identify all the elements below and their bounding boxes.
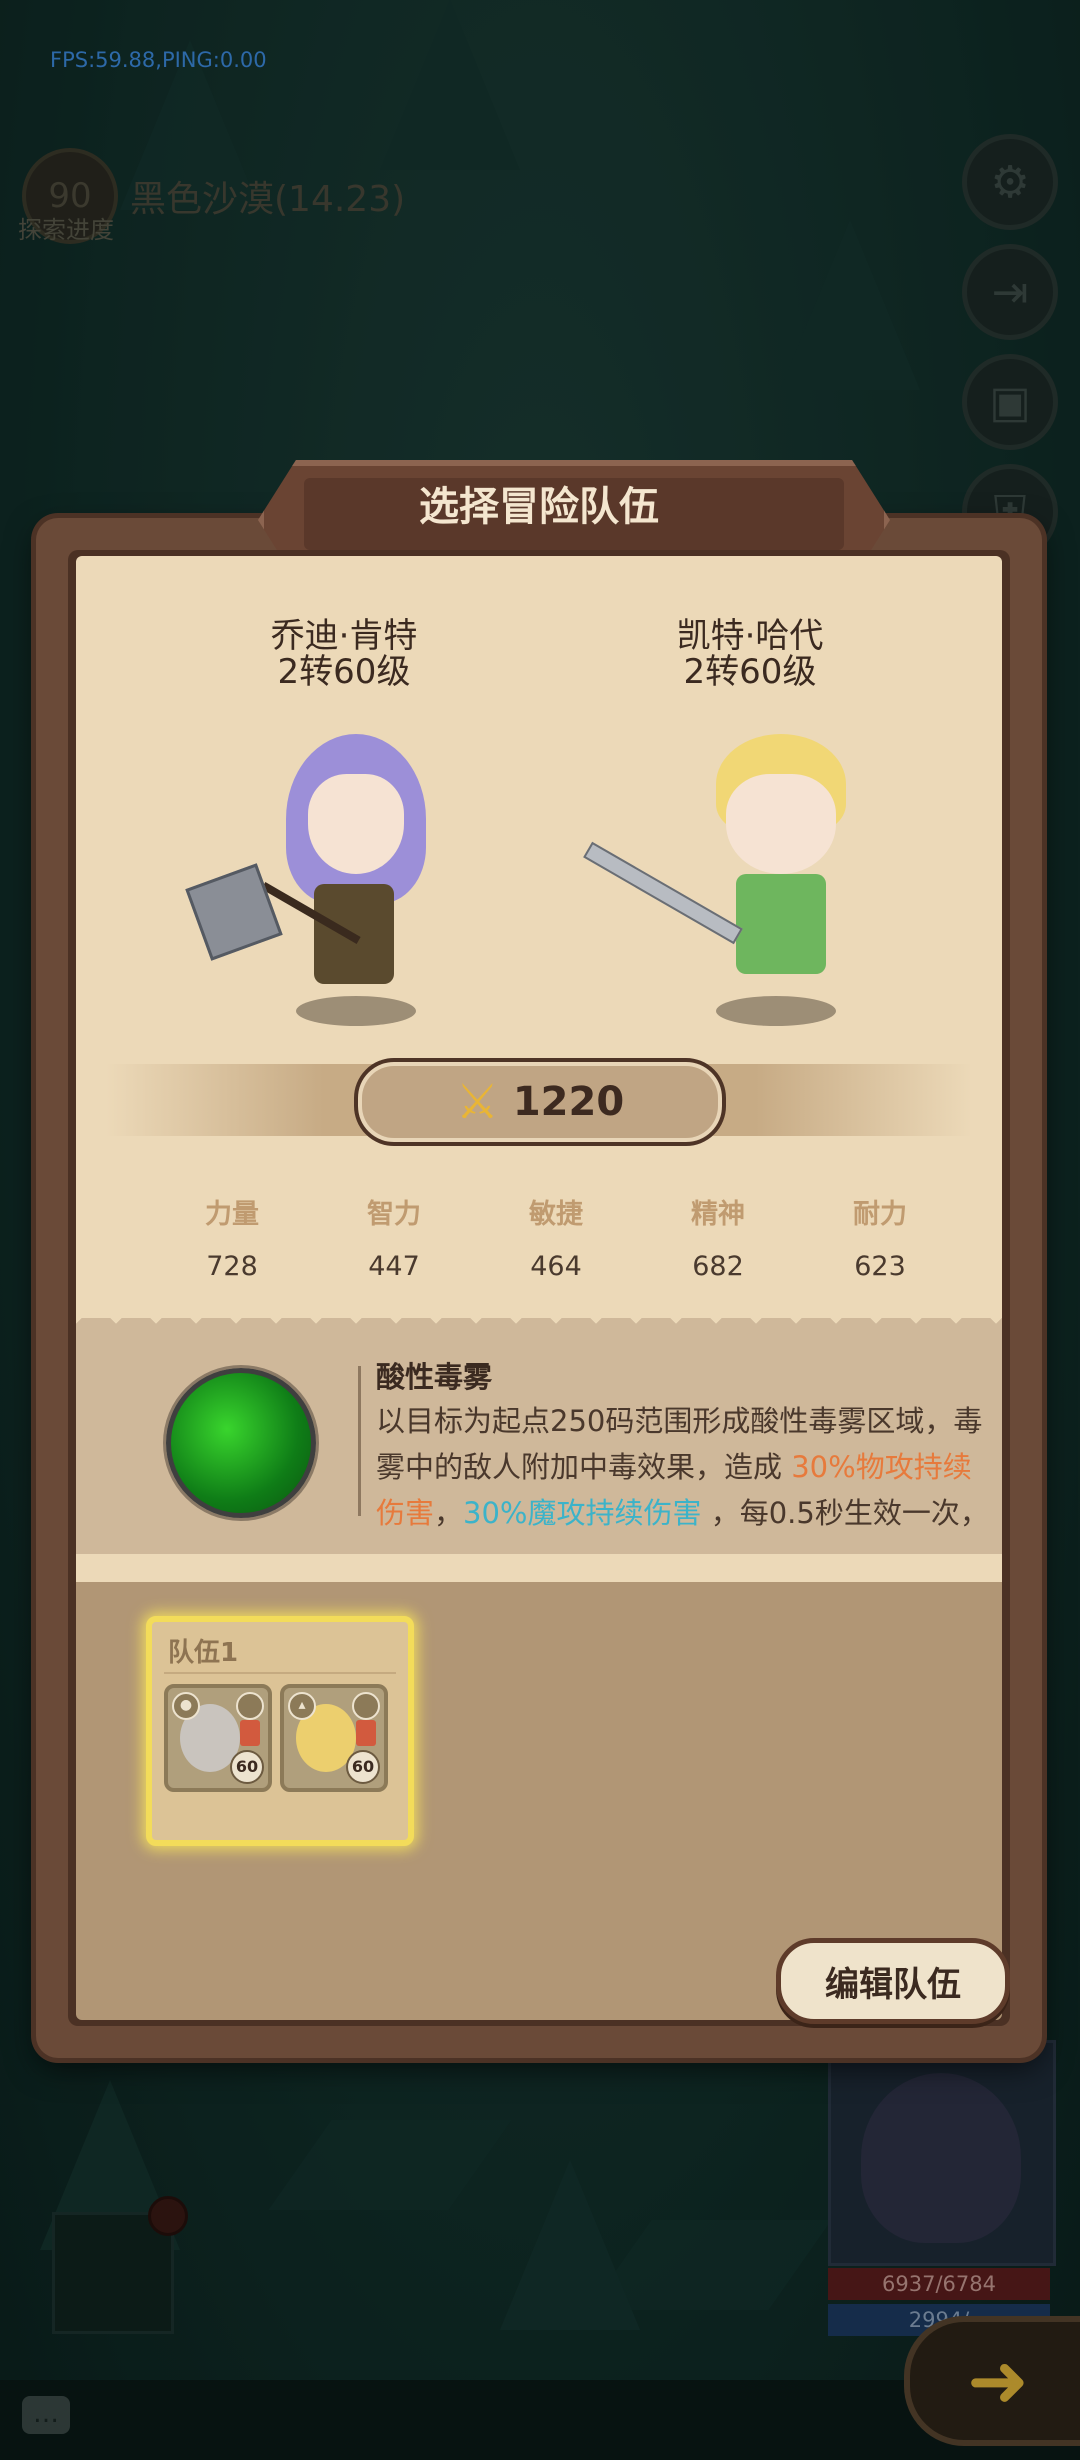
character-2-info: 凯特·哈代 2转60级 bbox=[600, 618, 900, 690]
select-team-dialog: 选择冒险队伍 乔迪·肯特 2转60级 凯特·哈代 2转60级 ⚔ 1220 力量… bbox=[36, 460, 1042, 2058]
hammer-icon bbox=[185, 863, 283, 961]
character-panel: 乔迪·肯特 2转60级 凯特·哈代 2转60级 ⚔ 1220 力量 728 智力… bbox=[76, 556, 1002, 1582]
character-1-name: 乔迪·肯特 bbox=[270, 616, 418, 656]
team-1-label: 队伍1 bbox=[168, 1638, 239, 1668]
class-icon bbox=[352, 1692, 380, 1720]
stat-strength: 力量 728 bbox=[205, 1199, 259, 1282]
character-2-name: 凯特·哈代 bbox=[676, 616, 824, 656]
boot-icon: ▴ bbox=[288, 1692, 316, 1720]
team-1-card[interactable]: 队伍1 ● 60 ▴ 60 bbox=[146, 1616, 414, 1846]
team-member-2: ▴ 60 bbox=[280, 1684, 388, 1792]
combat-power: ⚔ 1220 bbox=[354, 1058, 726, 1146]
rank-icon bbox=[356, 1720, 376, 1746]
stat-spirit: 精神 682 bbox=[691, 1199, 745, 1282]
member-level-badge: 60 bbox=[230, 1750, 264, 1784]
character-2-level: 2转60级 bbox=[683, 652, 817, 692]
character-1-info: 乔迪·肯特 2转60级 bbox=[194, 618, 494, 690]
combat-power-value: 1220 bbox=[512, 1079, 625, 1125]
stat-stamina: 耐力 623 bbox=[853, 1199, 907, 1282]
dialog-body: 乔迪·肯特 2转60级 凯特·哈代 2转60级 ⚔ 1220 力量 728 智力… bbox=[68, 550, 1010, 2026]
water-icon: ● bbox=[172, 1692, 200, 1720]
character-1-level: 2转60级 bbox=[277, 652, 411, 692]
team-member-1: ● 60 bbox=[164, 1684, 272, 1792]
crossed-swords-icon: ⚔ bbox=[455, 1074, 499, 1130]
character-1-figure[interactable] bbox=[185, 734, 456, 1026]
stat-agility: 敏捷 464 bbox=[529, 1199, 583, 1282]
dialog-title: 选择冒险队伍 bbox=[419, 484, 659, 530]
character-2-figure[interactable] bbox=[583, 734, 876, 1026]
stat-intelligence: 智力 447 bbox=[367, 1199, 421, 1282]
acid-mist-skill-icon[interactable] bbox=[166, 1368, 316, 1518]
rank-icon bbox=[240, 1720, 260, 1746]
sword-icon bbox=[583, 841, 743, 945]
member-level-badge: 60 bbox=[346, 1750, 380, 1784]
skill-name: 酸性毒雾 bbox=[376, 1360, 493, 1394]
class-icon bbox=[236, 1692, 264, 1720]
edit-team-button[interactable]: 编辑队伍 bbox=[776, 1938, 1010, 2024]
skill-description: 以目标为起点250码范围形成酸性毒雾区域，毒雾中的敌人附加中毒效果，造成 30%… bbox=[376, 1404, 989, 1530]
